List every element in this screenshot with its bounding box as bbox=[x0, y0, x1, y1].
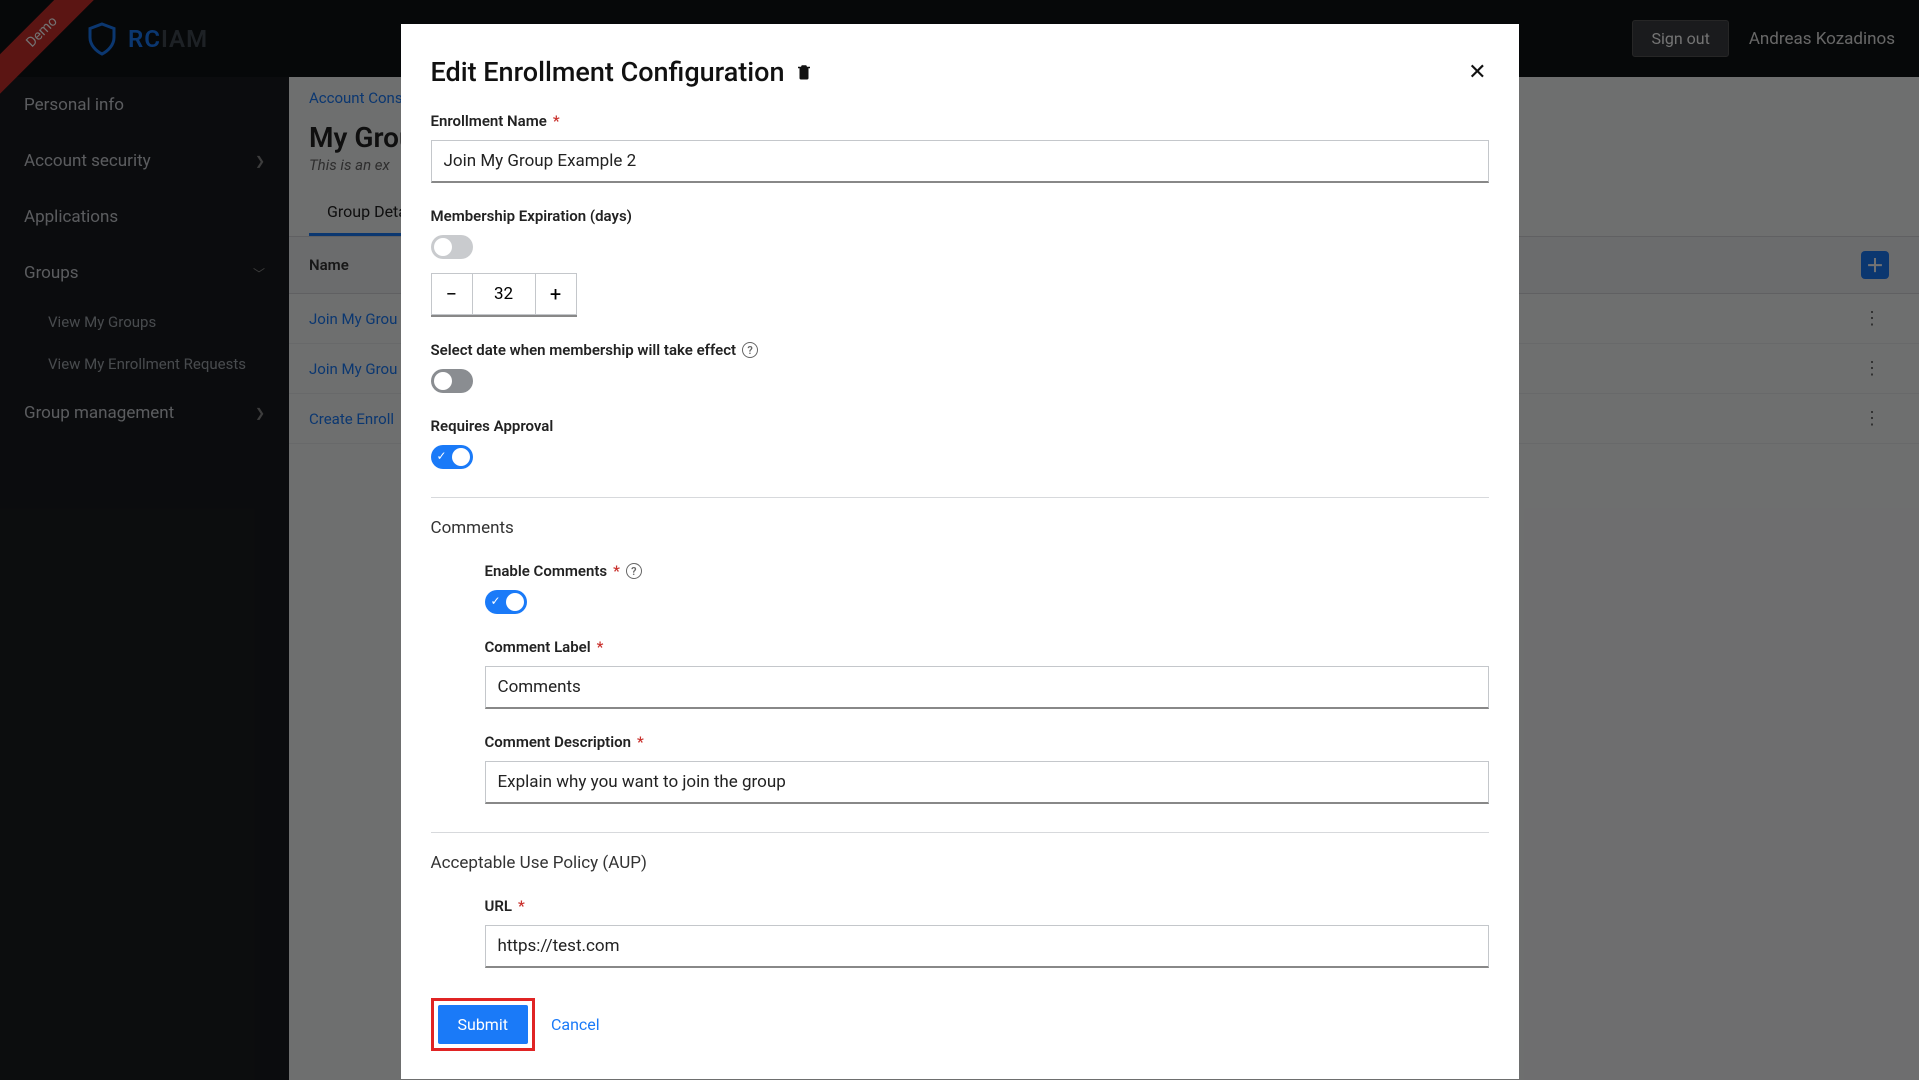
trash-icon[interactable] bbox=[795, 56, 813, 88]
enrollment-name-input[interactable] bbox=[431, 140, 1489, 183]
expiration-days-stepper[interactable]: − + bbox=[431, 273, 577, 317]
help-icon[interactable]: ? bbox=[742, 342, 758, 358]
help-icon[interactable]: ? bbox=[626, 563, 642, 579]
aup-url-input[interactable] bbox=[485, 925, 1489, 968]
aup-url-label: URL* bbox=[485, 897, 1489, 915]
cancel-button[interactable]: Cancel bbox=[551, 1015, 600, 1034]
effective-date-toggle[interactable] bbox=[431, 369, 473, 393]
comment-description-label: Comment Description* bbox=[485, 733, 1489, 751]
stepper-plus-button[interactable]: + bbox=[535, 273, 577, 315]
enrollment-name-label: Enrollment Name* bbox=[431, 112, 1489, 130]
comments-section-title: Comments bbox=[431, 518, 1489, 538]
submit-highlight: Submit bbox=[431, 998, 535, 1051]
stepper-minus-button[interactable]: − bbox=[431, 273, 473, 315]
expiration-days-input[interactable] bbox=[473, 273, 535, 315]
requires-approval-label: Requires Approval bbox=[431, 417, 1489, 435]
effective-date-label: Select date when membership will take ef… bbox=[431, 341, 1489, 359]
modal-title: Edit Enrollment Configuration bbox=[431, 56, 1489, 88]
aup-section-title: Acceptable Use Policy (AUP) bbox=[431, 853, 1489, 873]
comment-description-input[interactable] bbox=[485, 761, 1489, 804]
submit-button[interactable]: Submit bbox=[438, 1005, 528, 1044]
comment-label-label: Comment Label* bbox=[485, 638, 1489, 656]
edit-enrollment-modal: Edit Enrollment Configuration ✕ Enrollme… bbox=[401, 24, 1519, 1079]
requires-approval-toggle[interactable]: ✓ bbox=[431, 445, 473, 469]
enable-comments-toggle[interactable]: ✓ bbox=[485, 590, 527, 614]
membership-expiration-toggle[interactable]: ✓ bbox=[431, 235, 473, 259]
membership-expiration-label: Membership Expiration (days) bbox=[431, 207, 1489, 225]
enable-comments-label: Enable Comments*? bbox=[485, 562, 1489, 580]
comment-label-input[interactable] bbox=[485, 666, 1489, 709]
close-icon[interactable]: ✕ bbox=[1468, 60, 1486, 85]
